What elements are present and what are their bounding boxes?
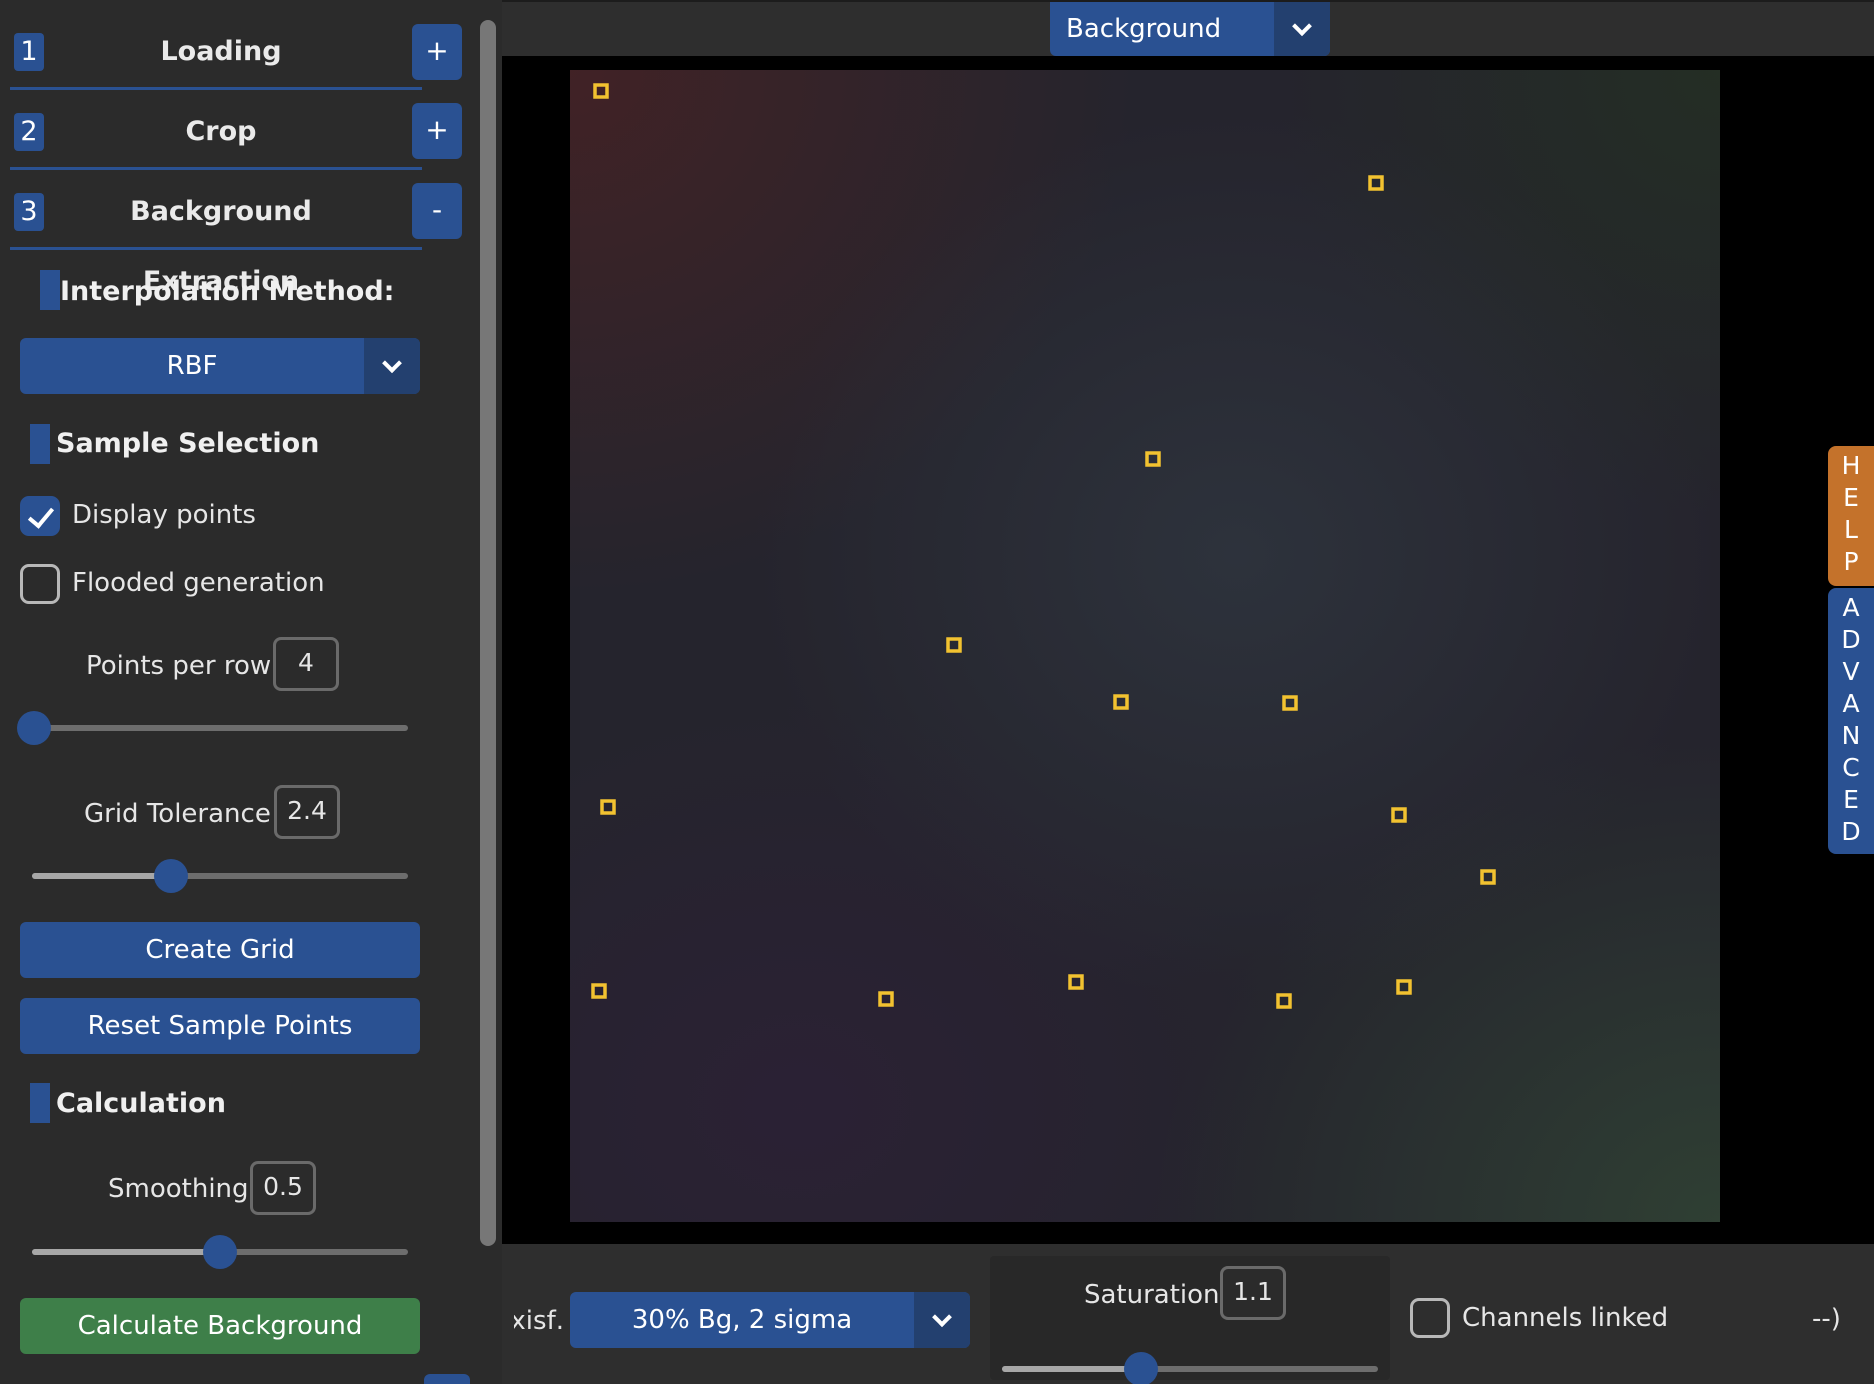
status-text-partial: --) [1812,1304,1841,1334]
section-title-crop: Crop [185,116,257,147]
help-tab-label: HELP [1828,450,1874,578]
sidebar-scrollbar[interactable] [480,20,496,1246]
slider-handle[interactable] [17,711,51,745]
stretch-prefix-label: .xisf [514,1306,564,1336]
chevron-down-icon[interactable] [1274,2,1330,56]
sample-point[interactable] [1396,979,1412,995]
display-points-label: Display points [72,500,256,530]
interpolation-method-title: Interpolation Method: [60,276,395,307]
top-bar: Background [502,0,1874,56]
display-points-checkbox[interactable] [20,496,60,536]
interpolation-method-dropdown[interactable]: RBF [20,338,420,394]
section-number: 2 [14,113,44,151]
flooded-generation-label: Flooded generation [72,568,325,598]
section-divider [10,247,422,250]
chevron-down-icon[interactable] [914,1292,970,1348]
grid-tolerance-label: Grid Tolerance [84,799,271,829]
section-number: 1 [14,33,44,71]
tab-letter: A [1842,593,1860,622]
calculation-title: Calculation [56,1088,226,1119]
section-header-crop[interactable]: 2 Crop [10,97,422,167]
stretch-dropdown[interactable]: 30% Bg, 2 sigma [570,1292,970,1348]
smoothing-label: Smoothing [108,1174,249,1204]
subsection-marker [30,424,50,464]
section-header-loading[interactable]: 1 Loading [10,17,422,87]
subsection-marker [40,270,60,310]
grid-tolerance-slider[interactable] [32,859,408,893]
slider-handle[interactable] [1124,1352,1159,1384]
grid-tolerance-input[interactable]: 2.4 [274,785,340,839]
smoothing-slider[interactable] [32,1235,408,1269]
sample-point[interactable] [1282,695,1298,711]
sample-points-layer[interactable] [570,70,1720,1222]
create-grid-button[interactable]: Create Grid [20,922,420,978]
main-area: Background HELP ADVANCED .xisf 30% Bg, 2… [502,0,1874,1384]
sample-point[interactable] [591,983,607,999]
expand-loading-button[interactable]: + [412,24,462,80]
points-per-row-input[interactable]: 4 [273,637,339,691]
sample-point[interactable] [1068,974,1084,990]
section-title-loading: Loading [160,36,282,67]
collapse-background-extraction-button[interactable]: - [412,183,462,239]
slider-handle[interactable] [203,1235,237,1269]
tab-letter: D [1841,817,1861,846]
interpolation-method-value: RBF [166,351,218,381]
sample-selection-title: Sample Selection [56,428,320,459]
sample-point[interactable] [1276,993,1292,1009]
sample-point[interactable] [946,637,962,653]
section-number: 3 [14,193,44,231]
sample-point[interactable] [878,991,894,1007]
slider-handle[interactable] [154,859,189,893]
section-divider [10,167,422,170]
flooded-generation-checkbox[interactable] [20,564,60,604]
chevron-down-icon[interactable] [364,338,420,394]
sample-point[interactable] [1368,175,1384,191]
image-viewer[interactable] [502,56,1874,1244]
view-selector-dropdown[interactable]: Background [1050,2,1330,56]
reset-sample-points-button[interactable]: Reset Sample Points [20,998,420,1054]
tab-letter: C [1842,753,1860,782]
tab-letter: P [1843,547,1859,576]
tab-letter: L [1844,515,1858,544]
tab-letter: E [1843,483,1859,512]
help-tab[interactable]: HELP [1828,446,1874,586]
section-header-background-extraction[interactable]: 3 Background Extraction [10,177,422,297]
bottom-bar: .xisf 30% Bg, 2 sigma Saturation 1.1 Cha… [502,1244,1874,1384]
saturation-panel: Saturation 1.1 [990,1256,1390,1384]
points-per-row-label: Points per row [86,651,272,681]
tab-letter: D [1841,625,1861,654]
tab-letter: N [1841,721,1861,750]
advanced-tab-label: ADVANCED [1828,592,1874,848]
points-per-row-slider[interactable] [17,711,408,745]
sample-point[interactable] [1480,869,1496,885]
section-divider [10,87,422,90]
saturation-input[interactable]: 1.1 [1220,1266,1286,1320]
tab-letter: E [1843,785,1859,814]
background-preview-image[interactable] [570,70,1720,1222]
channels-linked-checkbox[interactable] [1410,1298,1450,1338]
saturation-label: Saturation [1084,1280,1220,1310]
sample-point[interactable] [593,83,609,99]
saturation-slider[interactable] [1002,1352,1378,1384]
advanced-tab[interactable]: ADVANCED [1828,588,1874,854]
sample-point[interactable] [1391,807,1407,823]
stretch-value: 30% Bg, 2 sigma [631,1305,853,1335]
next-section-toggle-partial[interactable] [424,1374,470,1384]
calculate-background-button[interactable]: Calculate Background [20,1298,420,1354]
sidebar: 1 Loading + 2 Crop + 3 Background Extrac… [0,0,502,1384]
sample-point[interactable] [600,799,616,815]
channels-linked-label: Channels linked [1462,1303,1669,1333]
tab-letter: H [1841,451,1861,480]
subsection-marker [30,1083,50,1123]
view-selector-value: Background [1066,14,1222,44]
sample-point[interactable] [1113,694,1129,710]
smoothing-input[interactable]: 0.5 [250,1161,316,1215]
tab-letter: V [1842,657,1860,686]
sample-point[interactable] [1145,451,1161,467]
section-title-background-extraction: Background Extraction [130,196,312,297]
tab-letter: A [1842,689,1860,718]
expand-crop-button[interactable]: + [412,103,462,159]
